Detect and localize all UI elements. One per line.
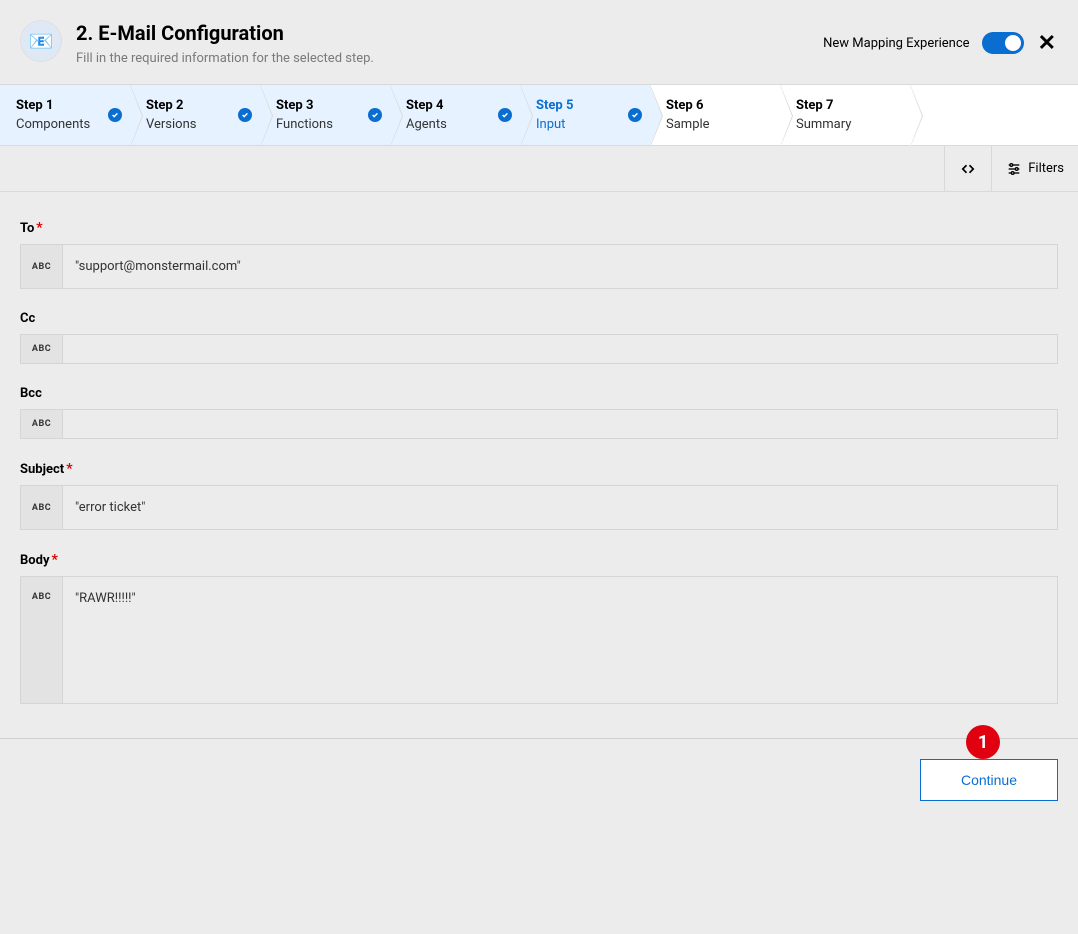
step-4[interactable]: Step 4Agents <box>390 85 520 145</box>
field-body: Body* ABC "RAWR!!!!!" <box>20 552 1058 704</box>
continue-button[interactable]: Continue <box>920 759 1058 801</box>
email-icon: 📧 <box>20 20 62 62</box>
step-2[interactable]: Step 2Versions <box>130 85 260 145</box>
mapping-experience-toggle[interactable] <box>982 32 1024 54</box>
check-circle-icon <box>108 108 122 122</box>
type-badge-abc: ABC <box>21 335 63 363</box>
label-bcc: Bcc <box>20 386 1058 401</box>
input-body-value[interactable]: "RAWR!!!!!" <box>63 577 1057 620</box>
step-title: Step 7 <box>796 98 910 113</box>
step-5[interactable]: Step 5Input <box>520 85 650 145</box>
required-marker: * <box>52 552 58 568</box>
input-subject-value[interactable]: "error ticket" <box>63 486 1057 529</box>
input-bcc[interactable]: ABC <box>20 409 1058 439</box>
stepper: Step 1ComponentsStep 2VersionsStep 3Func… <box>0 84 1078 146</box>
form: To* ABC "support@monstermail.com" Cc ABC… <box>0 192 1078 738</box>
input-bcc-value[interactable] <box>63 410 1057 438</box>
step-6[interactable]: Step 6 Sample <box>650 85 780 145</box>
input-cc-value[interactable] <box>63 335 1057 363</box>
input-body[interactable]: ABC "RAWR!!!!!" <box>20 576 1058 704</box>
sliders-icon <box>1006 161 1022 177</box>
field-cc: Cc ABC <box>20 311 1058 364</box>
callout-badge-1: 1 <box>966 725 1000 759</box>
field-to: To* ABC "support@monstermail.com" <box>20 220 1058 289</box>
field-bcc: Bcc ABC <box>20 386 1058 439</box>
step-3[interactable]: Step 3Functions <box>260 85 390 145</box>
label-body: Body* <box>20 552 1058 568</box>
type-badge-abc: ABC <box>21 486 63 529</box>
page-title: 2. E-Mail Configuration <box>76 20 374 46</box>
check-circle-icon <box>368 108 382 122</box>
step-1[interactable]: Step 1Components <box>0 85 130 145</box>
code-brackets-icon <box>959 160 977 178</box>
field-subject: Subject* ABC "error ticket" <box>20 461 1058 530</box>
header-left: 📧 2. E-Mail Configuration Fill in the re… <box>20 20 374 66</box>
header-titles: 2. E-Mail Configuration Fill in the requ… <box>76 20 374 66</box>
label-subject: Subject* <box>20 461 1058 477</box>
expand-code-button[interactable] <box>944 146 991 191</box>
header: 📧 2. E-Mail Configuration Fill in the re… <box>0 0 1078 84</box>
input-subject[interactable]: ABC "error ticket" <box>20 485 1058 530</box>
step-sub: Summary <box>796 117 910 132</box>
required-marker: * <box>36 220 42 236</box>
type-badge-abc: ABC <box>21 410 63 438</box>
step-7[interactable]: Step 7 Summary <box>780 85 910 145</box>
label-to: To* <box>20 220 1058 236</box>
filters-button[interactable]: Filters <box>991 146 1078 191</box>
footer: 1 Continue <box>0 738 1078 821</box>
form-toolbar: Filters <box>0 146 1078 192</box>
type-badge-abc: ABC <box>21 577 63 703</box>
input-to-value[interactable]: "support@monstermail.com" <box>63 245 1057 288</box>
check-circle-icon <box>238 108 252 122</box>
label-cc: Cc <box>20 311 1058 326</box>
step-title: Step 6 <box>666 98 780 113</box>
check-circle-icon <box>628 108 642 122</box>
header-right: New Mapping Experience ✕ <box>823 31 1058 56</box>
page-subtitle: Fill in the required information for the… <box>76 51 374 66</box>
required-marker: * <box>66 461 72 477</box>
filters-label: Filters <box>1028 161 1064 176</box>
close-icon[interactable]: ✕ <box>1036 31 1058 56</box>
input-to[interactable]: ABC "support@monstermail.com" <box>20 244 1058 289</box>
input-cc[interactable]: ABC <box>20 334 1058 364</box>
check-circle-icon <box>498 108 512 122</box>
toggle-label: New Mapping Experience <box>823 36 969 51</box>
step-sub: Sample <box>666 117 780 132</box>
type-badge-abc: ABC <box>21 245 63 288</box>
